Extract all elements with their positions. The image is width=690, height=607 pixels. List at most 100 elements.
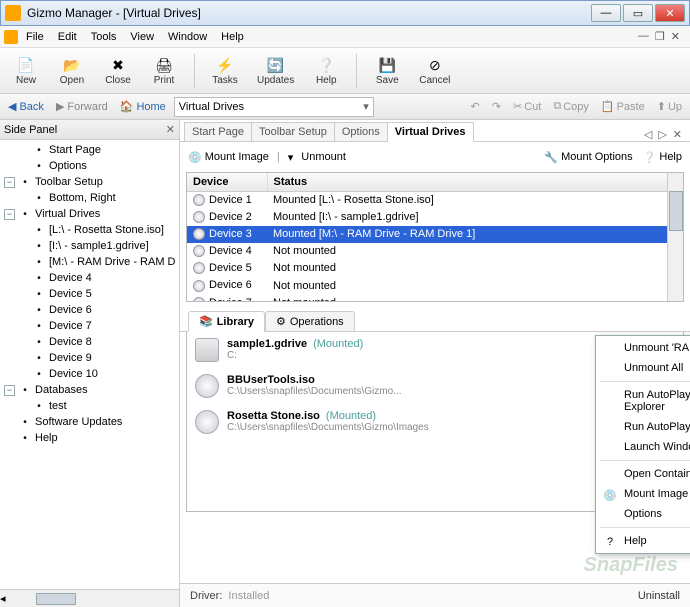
help-button-tb[interactable]: ❔Help <box>306 53 346 88</box>
context-menu[interactable]: Unmount 'RAM Drive - RAM Drive 1'Unmount… <box>595 335 690 554</box>
mount-image-button[interactable]: 💿Mount Image <box>188 151 269 164</box>
table-row[interactable]: Device 7Not mounted <box>187 294 683 302</box>
driver-label: Driver: <box>190 590 222 602</box>
updates-button[interactable]: 🔄Updates <box>251 53 300 88</box>
tab-library[interactable]: 📚Library <box>188 311 265 332</box>
mdi-minimize-button[interactable]: — <box>638 30 649 43</box>
tree-node[interactable]: •Device 10 <box>2 366 177 382</box>
cut-button[interactable]: ✂ Cut <box>509 100 545 113</box>
context-menu-item[interactable]: 💿Mount Image <box>598 484 690 504</box>
mount-options-button[interactable]: 🔧Mount Options <box>544 151 632 164</box>
tree-node[interactable]: •test <box>2 398 177 414</box>
tree-node[interactable]: •[L:\ - Rosetta Stone.iso] <box>2 222 177 238</box>
tree-node[interactable]: •Start Page <box>2 142 177 158</box>
library-item-name: sample1.gdrive <box>227 338 307 350</box>
table-vscrollbar[interactable] <box>667 173 683 301</box>
devices-table[interactable]: Device Status Device 1Mounted [L:\ - Ros… <box>187 173 683 302</box>
col-device[interactable]: Device <box>187 173 267 192</box>
expand-icon[interactable]: − <box>4 209 15 220</box>
tree-node[interactable]: •[M:\ - RAM Drive - RAM D <box>2 254 177 270</box>
new-button[interactable]: 📄New <box>6 53 46 88</box>
tab-close[interactable]: ✕ <box>673 128 682 141</box>
forward-button[interactable]: ▶Forward <box>52 98 112 115</box>
context-menu-item[interactable]: Run AutoPlay, or launch Windows Explorer <box>598 385 690 417</box>
expand-icon[interactable]: − <box>4 177 15 188</box>
close-button[interactable]: ✕ <box>655 4 685 22</box>
maximize-button[interactable]: ▭ <box>623 4 653 22</box>
table-row[interactable]: Device 4Not mounted <box>187 243 683 260</box>
expand-icon[interactable]: − <box>4 385 15 396</box>
tree-node[interactable]: •Help <box>2 430 177 446</box>
location-box[interactable]: Virtual Drives ▾ <box>174 97 374 117</box>
context-menu-item[interactable]: Unmount All <box>598 358 690 378</box>
tree-node[interactable]: •Software Updates <box>2 414 177 430</box>
mount-dropdown[interactable]: ▾ <box>288 151 294 164</box>
tree-node[interactable]: •Device 5 <box>2 286 177 302</box>
help-button[interactable]: ❔Help <box>643 151 682 164</box>
back-button[interactable]: ◀Back <box>4 98 48 115</box>
context-menu-item[interactable]: Options <box>598 504 690 524</box>
tab-nav-right[interactable]: ▷ <box>658 128 666 141</box>
menu-help[interactable]: Help <box>215 29 250 45</box>
menu-view[interactable]: View <box>124 29 160 45</box>
table-row[interactable]: Device 2Mounted [I:\ - sample1.gdrive] <box>187 209 683 226</box>
context-menu-item[interactable]: Open Containing Folder <box>598 464 690 484</box>
redo-icon[interactable]: ↷ <box>488 100 505 113</box>
menu-window[interactable]: Window <box>162 29 213 45</box>
table-row[interactable]: Device 1Mounted [L:\ - Rosetta Stone.iso… <box>187 192 683 209</box>
tree-node[interactable]: •Bottom, Right <box>2 190 177 206</box>
context-menu-item[interactable]: Run AutoPlay <box>598 417 690 437</box>
uninstall-link[interactable]: Uninstall <box>638 590 680 602</box>
tree-node[interactable]: •Device 8 <box>2 334 177 350</box>
context-menu-item[interactable]: Unmount 'RAM Drive - RAM Drive 1' <box>598 338 690 358</box>
menu-item-icon: 💿 <box>602 487 618 503</box>
tree-node[interactable]: −•Virtual Drives <box>2 206 177 222</box>
chevron-down-icon[interactable]: ▾ <box>363 100 369 113</box>
print-button[interactable]: 🖨Print <box>144 53 184 88</box>
table-row[interactable]: Device 3Mounted [M:\ - RAM Drive - RAM D… <box>187 226 683 243</box>
minimize-button[interactable]: — <box>591 4 621 22</box>
col-status[interactable]: Status <box>267 173 683 192</box>
menu-edit[interactable]: Edit <box>52 29 83 45</box>
document-tab[interactable]: Start Page <box>184 122 252 141</box>
tab-nav-left[interactable]: ◁ <box>644 128 652 141</box>
context-menu-item[interactable]: Launch Windows Explorer <box>598 437 690 457</box>
tree-node[interactable]: •Options <box>2 158 177 174</box>
table-row[interactable]: Device 6Not mounted <box>187 277 683 294</box>
paste-button[interactable]: 📋 Paste <box>597 100 649 113</box>
table-row[interactable]: Device 5Not mounted <box>187 260 683 277</box>
document-tab[interactable]: Toolbar Setup <box>252 122 335 141</box>
document-tab[interactable]: Options <box>335 122 388 141</box>
cancel-button[interactable]: ⊘Cancel <box>413 53 456 88</box>
unmount-button[interactable]: Unmount <box>301 151 346 163</box>
tree-node[interactable]: •Device 7 <box>2 318 177 334</box>
tree-node[interactable]: −•Databases <box>2 382 177 398</box>
copy-button[interactable]: ⧉ Copy <box>549 100 593 113</box>
title-bar: Gizmo Manager - [Virtual Drives] — ▭ ✕ <box>0 0 690 26</box>
up-button[interactable]: ⬆ Up <box>653 100 686 113</box>
tab-operations[interactable]: ⚙Operations <box>265 311 355 331</box>
context-menu-item[interactable]: ?Help <box>598 531 690 551</box>
tree-view[interactable]: •Start Page•Options−•Toolbar Setup•Botto… <box>0 140 179 589</box>
mdi-restore-button[interactable]: ❐ <box>655 30 665 43</box>
side-hscrollbar[interactable]: ◂ <box>0 589 179 607</box>
scroll-thumb[interactable] <box>669 191 683 231</box>
tree-node[interactable]: •Device 4 <box>2 270 177 286</box>
mdi-close-button[interactable]: ✕ <box>671 30 680 43</box>
close-button-tb[interactable]: ✖Close <box>98 53 138 88</box>
scroll-thumb[interactable] <box>36 593 76 605</box>
tree-node[interactable]: •[I:\ - sample1.gdrive] <box>2 238 177 254</box>
undo-icon[interactable]: ↶ <box>467 100 484 113</box>
side-panel-close[interactable]: ✕ <box>166 123 175 136</box>
tree-node[interactable]: −•Toolbar Setup <box>2 174 177 190</box>
tasks-button[interactable]: ⚡Tasks <box>205 53 245 88</box>
home-button[interactable]: 🏠Home <box>116 98 170 115</box>
updates-icon: 🔄 <box>266 55 286 75</box>
tree-node[interactable]: •Device 6 <box>2 302 177 318</box>
menu-tools[interactable]: Tools <box>85 29 123 45</box>
open-button[interactable]: 📂Open <box>52 53 92 88</box>
save-button[interactable]: 💾Save <box>367 53 407 88</box>
document-tab[interactable]: Virtual Drives <box>388 122 474 142</box>
tree-node[interactable]: •Device 9 <box>2 350 177 366</box>
menu-file[interactable]: File <box>20 29 50 45</box>
